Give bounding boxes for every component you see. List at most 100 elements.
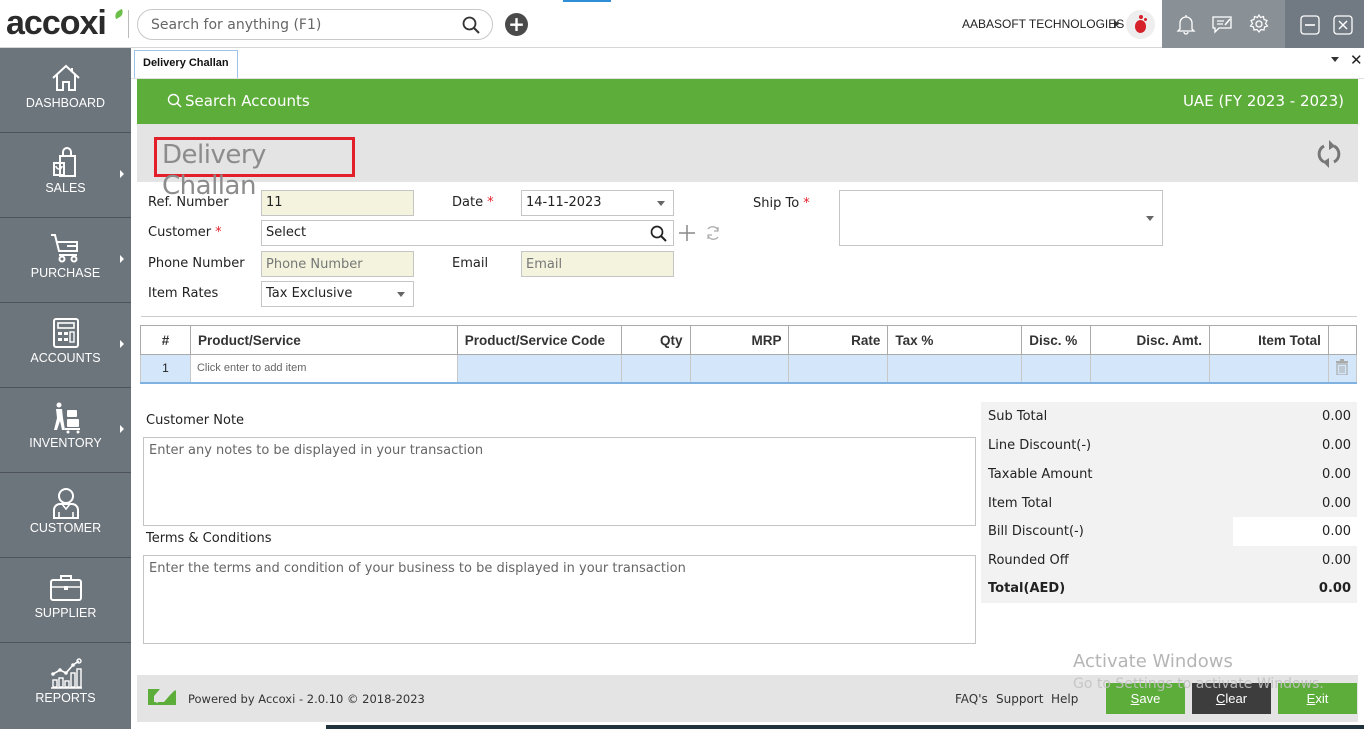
add-icon[interactable]: + <box>505 13 528 36</box>
ref-number-field[interactable]: 11 <box>261 190 414 216</box>
item-rates-label: Item Rates <box>148 286 219 301</box>
col-product-code: Product/Service Code <box>456 325 622 355</box>
cell-product[interactable]: Click enter to add item <box>189 354 458 384</box>
caret-right-icon[interactable] <box>1114 20 1119 28</box>
close-tab-icon[interactable]: ✕ <box>1350 51 1363 69</box>
cell-tax[interactable] <box>887 354 1023 384</box>
accoxi-logo: accoxi <box>6 4 125 42</box>
active-indicator <box>563 0 611 2</box>
email-input[interactable] <box>526 252 673 276</box>
chevron-down-icon <box>1146 216 1154 221</box>
col-rate: Rate <box>788 325 889 355</box>
caret-right-icon <box>120 425 124 433</box>
phone-field[interactable] <box>261 251 414 277</box>
support-link[interactable]: Support <box>996 692 1043 706</box>
bell-icon[interactable] <box>1175 13 1197 35</box>
terms-input[interactable] <box>144 556 975 643</box>
caret-right-icon <box>120 340 124 348</box>
minimize-icon[interactable] <box>1300 15 1320 35</box>
email-label: Email <box>452 256 489 271</box>
sidebar-item-purchase[interactable]: PURCHASE <box>0 218 131 303</box>
cell-product-code[interactable] <box>456 354 622 384</box>
home-icon <box>52 64 80 91</box>
page-title: Delivery Challan <box>154 137 355 201</box>
refresh-customer-icon[interactable] <box>704 224 722 242</box>
global-search[interactable] <box>137 9 493 40</box>
ref-number-label: Ref. Number <box>148 195 229 210</box>
sidebar-item-customer[interactable]: CUSTOMER <box>0 473 131 558</box>
window-controls <box>1285 0 1364 48</box>
cell-mrp[interactable] <box>689 354 790 384</box>
totals-panel: Sub Total 0.00 Line Discount(-) 0.00 Taxab… <box>981 402 1357 603</box>
close-icon[interactable] <box>1333 15 1353 35</box>
sidebar-item-reports[interactable]: REPORTS <box>0 643 131 728</box>
refresh-icon[interactable] <box>1316 138 1342 170</box>
sidebar-item-inventory[interactable]: INVENTORY <box>0 388 131 473</box>
tab-delivery-challan[interactable]: Delivery Challan <box>134 50 238 78</box>
sidebar-item-dashboard[interactable]: DASHBOARD <box>0 48 131 133</box>
customer-note-label: Customer Note <box>146 413 245 428</box>
cell-disc-amt[interactable] <box>1090 354 1211 384</box>
email-field[interactable] <box>521 251 674 277</box>
cart-icon <box>51 234 78 263</box>
company-name[interactable]: AABASOFT TECHNOLOGIES <box>962 17 1124 31</box>
phone-label: Phone Number <box>148 256 245 271</box>
title-bar: Delivery Challan <box>137 124 1358 201</box>
col-index: # <box>140 325 191 355</box>
accoxi-logo-icon <box>148 687 176 705</box>
item-rates-select[interactable]: Tax Exclusive <box>261 281 414 307</box>
table-row[interactable]: 1 Click enter to add item <box>140 354 1358 384</box>
ship-to-label: Ship To * <box>753 196 810 211</box>
col-actions <box>1327 325 1358 355</box>
customer-note-input[interactable] <box>144 438 975 525</box>
search-icon[interactable] <box>650 225 667 242</box>
sidebar-item-accounts[interactable]: ACCOUNTS <box>0 303 131 388</box>
trolley-icon <box>54 402 80 434</box>
search-icon <box>167 93 182 108</box>
customer-note-field[interactable] <box>143 437 976 526</box>
col-item-total: Item Total <box>1209 325 1329 355</box>
chart-icon <box>51 658 82 689</box>
cell-rate[interactable] <box>788 354 889 384</box>
help-link[interactable]: Help <box>1051 692 1078 706</box>
cell-disc-pct[interactable] <box>1021 354 1092 384</box>
chevron-down-icon <box>397 292 405 297</box>
table-header-row: # Product/Service Product/Service Code Q… <box>140 325 1358 355</box>
bill-discount-row: Bill Discount(-) 0.00 <box>981 517 1357 546</box>
message-icon[interactable] <box>1211 13 1233 35</box>
date-label: Date * <box>452 195 494 210</box>
tab-list-dropdown-icon[interactable] <box>1331 57 1339 62</box>
global-search-input[interactable] <box>151 16 451 34</box>
terms-field[interactable] <box>143 555 976 644</box>
divider <box>141 316 1357 317</box>
logo-divider <box>128 10 129 38</box>
sidebar-item-supplier[interactable]: SUPPLIER <box>0 558 131 643</box>
delete-row-button[interactable] <box>1327 354 1358 384</box>
col-mrp: MRP <box>689 325 790 355</box>
phone-input[interactable] <box>266 252 413 276</box>
powered-by-text: Powered by Accoxi - 2.0.10 © 2018-2023 <box>188 692 425 706</box>
sidebar: DASHBOARD SALES PURCHASE ACCOUNTS INVENT… <box>0 48 131 729</box>
ship-to-select[interactable] <box>839 190 1163 246</box>
faq-link[interactable]: FAQ's <box>955 692 988 706</box>
calculator-icon <box>53 318 79 348</box>
col-qty: Qty <box>620 325 691 355</box>
shopping-bag-icon <box>53 147 76 177</box>
activate-windows-subtext: Go to Settings to activate Windows. <box>1073 676 1324 692</box>
sidebar-item-sales[interactable]: SALES <box>0 133 131 218</box>
gear-icon[interactable] <box>1248 13 1270 35</box>
cell-item-total <box>1209 354 1329 384</box>
customer-select[interactable]: Select <box>261 220 674 246</box>
taxable-amount-row: Taxable Amount 0.00 <box>988 467 1351 482</box>
date-picker[interactable]: 14-11-2023 <box>521 190 674 216</box>
add-customer-icon[interactable] <box>678 224 696 242</box>
item-total-row: Item Total 0.00 <box>988 496 1351 511</box>
avatar[interactable] <box>1126 10 1155 39</box>
search-accounts-button[interactable]: Search Accounts <box>167 92 310 110</box>
terms-label: Terms & Conditions <box>146 531 272 546</box>
search-icon[interactable] <box>462 16 480 34</box>
col-product: Product/Service <box>189 325 458 355</box>
col-disc-amt: Disc. Amt. <box>1090 325 1211 355</box>
col-tax: Tax % <box>887 325 1023 355</box>
cell-qty[interactable] <box>620 354 691 384</box>
